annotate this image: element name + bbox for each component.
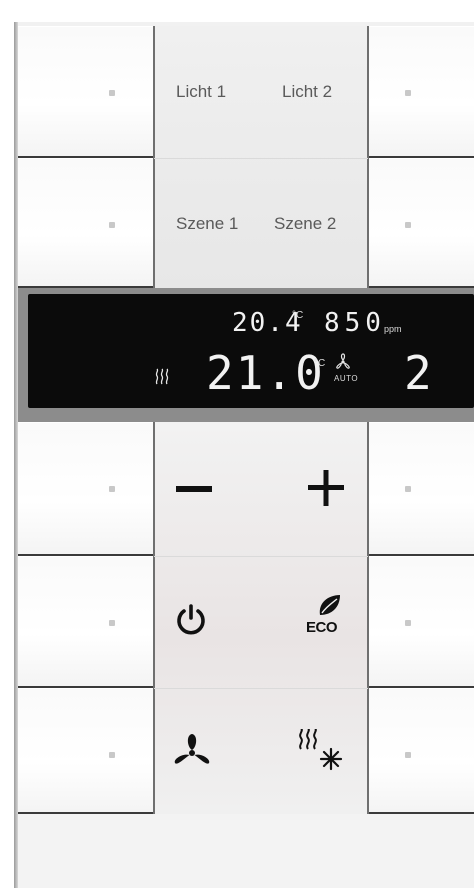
power-icon xyxy=(174,603,208,637)
divider xyxy=(153,422,155,814)
co2-unit: ppm xyxy=(384,324,402,334)
licht-1-label: Licht 1 xyxy=(176,82,227,101)
eco-button[interactable]: ECO xyxy=(262,557,368,688)
eco-label: ECO xyxy=(306,619,338,636)
fan-button[interactable] xyxy=(156,689,262,814)
status-led xyxy=(405,752,411,758)
divider xyxy=(154,158,368,159)
status-led xyxy=(405,222,411,228)
side-button-left-1[interactable] xyxy=(18,26,154,158)
eco-leaf-icon xyxy=(316,593,342,617)
lcd-display-frame: 20.4 °C 850 ppm 21.0 °C AUTO 2 xyxy=(18,288,474,422)
fan-icon xyxy=(172,731,212,771)
status-led xyxy=(405,90,411,96)
co2-value: 850 xyxy=(324,308,386,338)
szene-2-button[interactable]: Szene 2 xyxy=(262,158,368,288)
lcd-display: 20.4 °C 850 ppm 21.0 °C AUTO 2 xyxy=(28,294,474,408)
status-led xyxy=(109,752,115,758)
setpoint-temperature: 21.0 xyxy=(206,346,325,400)
plus-button[interactable] xyxy=(262,424,368,556)
power-button[interactable] xyxy=(156,557,262,688)
licht-2-button[interactable]: Licht 2 xyxy=(262,26,368,158)
side-button-right-3[interactable] xyxy=(368,422,474,556)
licht-1-button[interactable]: Licht 1 xyxy=(156,26,262,158)
side-button-left-4[interactable] xyxy=(18,556,154,688)
status-led xyxy=(405,486,411,492)
szene-1-button[interactable]: Szene 1 xyxy=(156,158,262,288)
minus-button[interactable] xyxy=(156,424,262,556)
bottom-frame xyxy=(18,814,474,888)
heating-waves-icon xyxy=(154,368,172,386)
side-button-left-5[interactable] xyxy=(18,688,154,814)
heat-cool-button[interactable] xyxy=(262,689,368,814)
status-led xyxy=(109,222,115,228)
status-led xyxy=(405,620,411,626)
plus-icon xyxy=(308,470,344,506)
status-led xyxy=(109,620,115,626)
fan-icon xyxy=(334,352,352,370)
fan-mode: AUTO xyxy=(334,374,359,383)
licht-2-label: Licht 2 xyxy=(282,82,333,101)
side-button-left-2[interactable] xyxy=(18,158,154,288)
side-button-right-5[interactable] xyxy=(368,688,474,814)
divider xyxy=(153,26,155,288)
side-button-left-3[interactable] xyxy=(18,422,154,556)
side-button-right-4[interactable] xyxy=(368,556,474,688)
side-button-right-1[interactable] xyxy=(368,26,474,158)
minus-icon xyxy=(176,486,212,492)
measured-temperature-unit: °C xyxy=(292,310,304,321)
status-led xyxy=(109,90,115,96)
szene-2-label: Szene 2 xyxy=(274,214,337,233)
fan-level: 2 xyxy=(404,346,432,400)
szene-1-label: Szene 1 xyxy=(176,214,239,233)
side-button-right-2[interactable] xyxy=(368,158,474,288)
setpoint-unit: °C xyxy=(314,358,326,369)
status-led xyxy=(109,486,115,492)
heat-cool-icon xyxy=(298,727,348,771)
